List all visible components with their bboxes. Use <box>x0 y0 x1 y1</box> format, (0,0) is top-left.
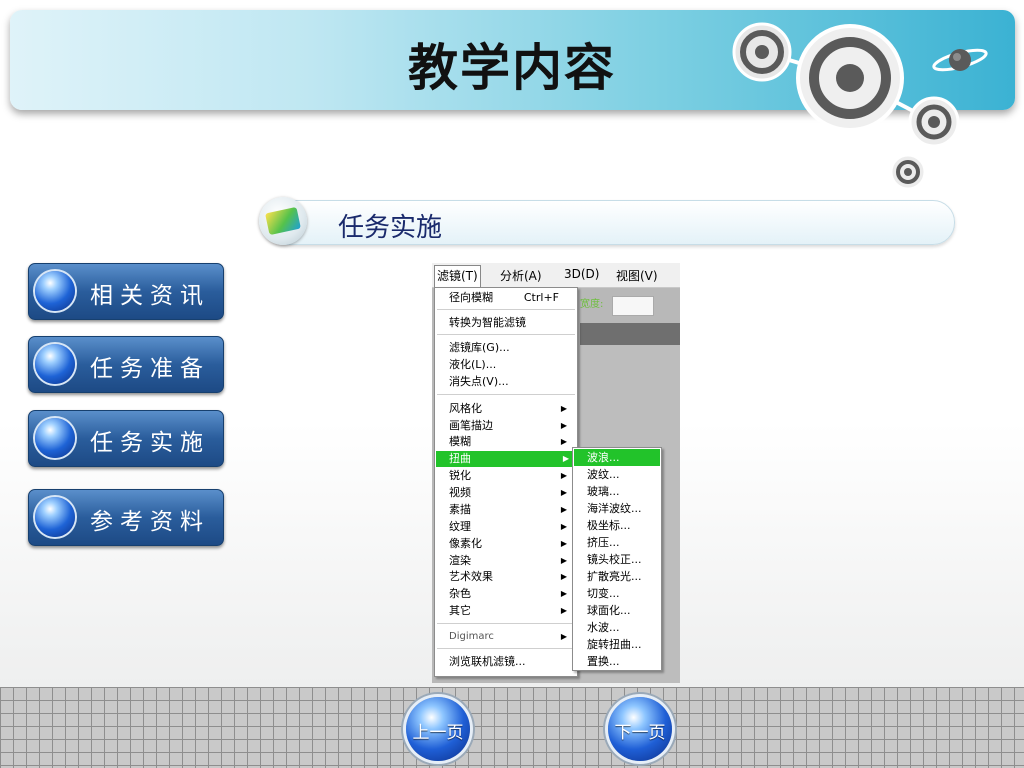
blue-orb-icon <box>35 271 75 311</box>
submenu-item-ocean-ripple[interactable]: 海洋波纹... <box>587 500 642 517</box>
background-strip <box>580 323 680 345</box>
planet-icon <box>932 48 988 72</box>
menu-item-texture[interactable]: 纹理 ▶ <box>449 519 575 535</box>
nav-button-task-preparation[interactable]: 任务准备 <box>28 336 224 393</box>
submenu-arrow-icon: ▶ <box>560 589 567 598</box>
submenu-item-wave[interactable]: 波浪... <box>574 449 660 466</box>
menu-item-vanishing-point[interactable]: 消失点(V)... <box>449 374 509 390</box>
nav-label: 参考资料 <box>90 509 210 535</box>
submenu-arrow-icon: ▶ <box>560 522 567 531</box>
footer-grid <box>0 687 1024 768</box>
menubar: 滤镜(T) 分析(A) 3D(D) 视图(V) <box>432 263 680 288</box>
submenu-item-glass[interactable]: 玻璃... <box>587 483 620 500</box>
submenu-item-ripple[interactable]: 波纹... <box>587 466 620 483</box>
picture-icon <box>259 197 307 245</box>
width-label: 宽度: <box>580 299 604 310</box>
menu-item-filter-gallery[interactable]: 滤镜库(G)... <box>449 340 510 356</box>
blue-orb-icon <box>35 497 75 537</box>
submenu-item-displace[interactable]: 置换... <box>587 653 620 670</box>
prev-page-label: 上一页 <box>412 723 464 743</box>
separator <box>437 623 575 624</box>
submenu-arrow-icon: ▶ <box>560 556 567 565</box>
menu-item-stylize[interactable]: 风格化 ▶ <box>449 401 575 417</box>
submenu-item-shear[interactable]: 切变... <box>587 585 620 602</box>
menu-item-blur[interactable]: 模糊 ▶ <box>449 434 575 450</box>
menu-item-brush-strokes[interactable]: 画笔描边 ▶ <box>449 418 575 434</box>
width-field <box>612 296 654 316</box>
menu-item-liquify[interactable]: 液化(L)... <box>449 357 496 373</box>
submenu-item-pinch[interactable]: 挤压... <box>587 534 620 551</box>
submenu-arrow-icon: ▶ <box>560 404 567 413</box>
separator <box>437 394 575 395</box>
menu-item-other[interactable]: 其它 ▶ <box>449 603 575 619</box>
shortcut-label: Ctrl+F <box>523 291 559 304</box>
menu-item-browse-online-filters[interactable]: 浏览联机滤镜... <box>449 654 526 670</box>
separator <box>437 334 575 335</box>
submenu-arrow-icon: ▶ <box>560 505 567 514</box>
submenu-arrow-icon: ▶ <box>560 632 567 641</box>
nav-label: 任务准备 <box>90 356 210 382</box>
submenu-arrow-icon: ▶ <box>560 606 567 615</box>
submenu-item-diffuse-glow[interactable]: 扩散亮光... <box>587 568 642 585</box>
menu-item-pixelate[interactable]: 像素化 ▶ <box>449 536 575 552</box>
submenu-item-polar-coordinates[interactable]: 极坐标... <box>587 517 631 534</box>
menu-item-video[interactable]: 视频 ▶ <box>449 485 575 501</box>
submenu-item-lens-correction[interactable]: 镜头校正... <box>587 551 642 568</box>
nav-button-related-info[interactable]: 相关资讯 <box>28 263 224 320</box>
menu-item-distort[interactable]: 扭曲 ▶ <box>436 451 576 467</box>
filter-menu: 径向模糊 Ctrl+F 转换为智能滤镜 滤镜库(G)... 液化(L)... 消… <box>434 287 578 677</box>
submenu-item-spherize[interactable]: 球面化... <box>587 602 631 619</box>
section-title: 任务实施 <box>338 213 443 243</box>
nav-button-task-implementation[interactable]: 任务实施 <box>28 410 224 467</box>
filter-menu-screenshot: 滤镜(T) 分析(A) 3D(D) 视图(V) 宽度: 径向模糊 Ctrl+F … <box>432 263 680 683</box>
nav-label: 任务实施 <box>90 430 210 456</box>
submenu-arrow-icon: ▶ <box>560 539 567 548</box>
separator <box>437 309 575 310</box>
next-page-label: 下一页 <box>614 723 666 743</box>
submenu-arrow-icon: ▶ <box>560 421 567 430</box>
menu-view[interactable]: 视图(V) <box>616 267 658 284</box>
nav-button-reference-materials[interactable]: 参考资料 <box>28 489 224 546</box>
target-circles-icon <box>732 22 960 191</box>
menu-analysis[interactable]: 分析(A) <box>500 267 542 284</box>
submenu-arrow-icon: ▶ <box>560 471 567 480</box>
menu-item-digimarc[interactable]: Digimarc ▶ <box>449 629 575 645</box>
menu-3d[interactable]: 3D(D) <box>564 267 599 281</box>
blue-orb-icon <box>35 418 75 458</box>
submenu-arrow-icon: ▶ <box>560 572 567 581</box>
submenu-arrow-icon: ▶ <box>560 488 567 497</box>
menu-item-convert-smart-filter[interactable]: 转换为智能滤镜 <box>449 315 526 331</box>
menu-item-radial-blur[interactable]: 径向模糊 Ctrl+F <box>449 290 575 306</box>
submenu-item-zigzag[interactable]: 水波... <box>587 619 620 636</box>
menu-item-sketch[interactable]: 素描 ▶ <box>449 502 575 518</box>
menu-item-render[interactable]: 渲染 ▶ <box>449 553 575 569</box>
blue-orb-icon <box>35 344 75 384</box>
separator <box>437 648 575 649</box>
menu-item-sharpen[interactable]: 锐化 ▶ <box>449 468 575 484</box>
distort-submenu: 波浪... 波纹... 玻璃... 海洋波纹... 极坐标... 挤压... 镜… <box>572 447 662 671</box>
next-page-button[interactable]: 下一页 <box>608 697 672 761</box>
nav-label: 相关资讯 <box>90 283 210 309</box>
submenu-arrow-icon: ▶ <box>562 454 569 463</box>
submenu-item-twirl[interactable]: 旋转扭曲... <box>587 636 642 653</box>
prev-page-button[interactable]: 上一页 <box>406 697 470 761</box>
menu-item-noise[interactable]: 杂色 ▶ <box>449 586 575 602</box>
menu-item-artistic[interactable]: 艺术效果 ▶ <box>449 569 575 585</box>
submenu-arrow-icon: ▶ <box>560 437 567 446</box>
menu-filter[interactable]: 滤镜(T) <box>434 265 481 287</box>
